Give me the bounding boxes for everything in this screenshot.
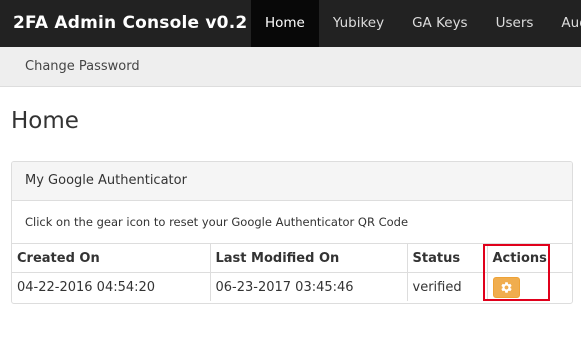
- sub-navbar: Change Password: [0, 47, 581, 87]
- reset-qr-button[interactable]: [492, 276, 520, 298]
- table-row: 04-22-2016 04:54:20 06-23-2017 03:45:46 …: [12, 272, 572, 301]
- change-password-link[interactable]: Change Password: [25, 47, 140, 86]
- top-navbar: 2FA Admin Console v0.2 Home Yubikey GA K…: [0, 0, 581, 47]
- column-header-created-on: Created On: [12, 243, 210, 273]
- authenticator-table: Created On Last Modified On Status Actio…: [12, 243, 572, 301]
- nav-item-ga-keys[interactable]: GA Keys: [398, 0, 482, 47]
- nav-item-yubikey[interactable]: Yubikey: [319, 0, 398, 47]
- column-header-status: Status: [406, 243, 487, 273]
- column-header-last-modified-on: Last Modified On: [209, 243, 407, 273]
- created-on-cell: 04-22-2016 04:54:20: [12, 272, 210, 301]
- table-header-row: Created On Last Modified On Status Actio…: [12, 243, 572, 273]
- nav-item-audit[interactable]: Audi: [547, 0, 581, 47]
- gear-icon: [500, 281, 512, 293]
- panel-instructions: Click on the gear icon to reset your Goo…: [25, 215, 409, 229]
- google-authenticator-panel: My Google Authenticator Click on the gea…: [11, 161, 573, 304]
- panel-heading: My Google Authenticator: [12, 162, 572, 201]
- nav-item-home[interactable]: Home: [251, 0, 319, 47]
- column-header-actions: Actions: [486, 243, 572, 273]
- page-title: Home: [11, 108, 79, 134]
- last-modified-on-cell: 06-23-2017 03:45:46: [209, 272, 407, 301]
- actions-cell: [486, 272, 572, 301]
- brand-title[interactable]: 2FA Admin Console v0.2: [13, 0, 247, 47]
- nav-item-users[interactable]: Users: [482, 0, 548, 47]
- nav-menu: Home Yubikey GA Keys Users Audi: [251, 0, 581, 47]
- status-cell: verified: [406, 272, 487, 301]
